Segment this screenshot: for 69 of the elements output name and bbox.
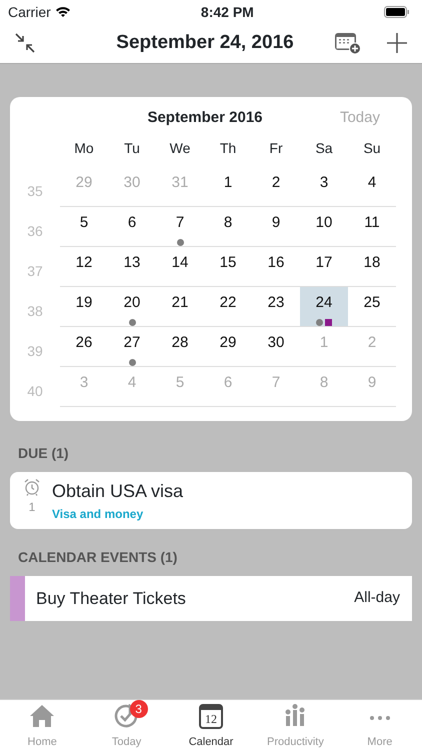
day-cell[interactable]: 7 (156, 207, 204, 247)
day-cell[interactable]: 30 (252, 327, 300, 367)
more-icon (370, 716, 390, 720)
day-cell[interactable]: 20 (108, 287, 156, 327)
day-cell[interactable]: 29 (204, 327, 252, 367)
alarm-clock-icon (23, 478, 41, 496)
plus-icon (386, 32, 408, 54)
event-time: All-day (354, 588, 401, 608)
collapse-button[interactable] (14, 32, 36, 56)
day-cell[interactable]: 6 (108, 207, 156, 247)
weekday-label: Sa (314, 139, 334, 158)
time-label: 8:42 PM (200, 2, 254, 22)
weekday-label: Th (218, 139, 238, 158)
day-cell[interactable]: 24 (300, 287, 348, 327)
tab-button[interactable]: 12 Calendar (168, 700, 254, 750)
day-cell[interactable]: 25 (348, 287, 396, 327)
battery-icon (384, 6, 410, 18)
day-cell[interactable]: 28 (156, 327, 204, 367)
section-heading: CALENDAR EVENTS (1) (17, 548, 178, 567)
day-cell[interactable]: 13 (108, 247, 156, 287)
weekday-label: Fr (268, 139, 284, 158)
day-cell[interactable]: 2 (252, 167, 300, 207)
tab-button[interactable]: 3 Today (84, 700, 169, 750)
add-button[interactable] (386, 32, 408, 56)
task-title: Obtain USA visa (52, 480, 184, 503)
section-heading: DUE (1) (17, 444, 70, 463)
calendar-add-icon (334, 31, 362, 56)
add-calendar-button[interactable] (334, 31, 362, 56)
event-row[interactable]: Buy Theater Tickets All-day (10, 576, 412, 621)
day-cell[interactable]: 22 (204, 287, 252, 327)
day-cell[interactable]: 1 (204, 167, 252, 207)
task-count: 1 (28, 499, 36, 516)
weekday-label: Mo (73, 139, 95, 158)
day-cell[interactable]: 12 (60, 247, 108, 287)
carrier-label: Carrier (8, 2, 51, 22)
notification-badge: 3 (130, 700, 148, 718)
day-cell[interactable]: 27 (108, 327, 156, 367)
calendar-icon: 12 (199, 704, 224, 729)
day-cell[interactable]: 26 (60, 327, 108, 367)
week-number: 38 (26, 302, 44, 321)
day-cell[interactable]: 16 (252, 247, 300, 287)
day-cell[interactable]: 19 (60, 287, 108, 327)
day-cell[interactable]: 5 (60, 207, 108, 247)
date-title: September 24, 2016 (115, 31, 295, 56)
day-cell[interactable]: 18 (348, 247, 396, 287)
day-cell[interactable]: 15 (204, 247, 252, 287)
day-cell[interactable]: 3 (300, 167, 348, 207)
week-number: 35 (26, 182, 44, 201)
weekday-label: We (168, 139, 192, 158)
wifi-icon (54, 6, 71, 18)
event-title: Buy Theater Tickets (35, 588, 187, 610)
week-number: 39 (26, 342, 44, 361)
task-list-label: Visa and money (52, 506, 144, 523)
week-number: 40 (26, 382, 44, 401)
week-number: 36 (26, 222, 44, 241)
home-icon (29, 704, 56, 728)
day-cell[interactable]: 4 (348, 167, 396, 207)
task-card[interactable]: 1 Obtain USA visa Visa and money (10, 472, 412, 529)
day-cell[interactable]: 10 (300, 207, 348, 247)
week-number: 37 (26, 262, 44, 281)
day-cell[interactable]: 11 (348, 207, 396, 247)
day-cell[interactable]: 21 (156, 287, 204, 327)
month-title: September 2016 (146, 108, 264, 128)
day-cell[interactable]: 9 (252, 207, 300, 247)
day-cell[interactable]: 14 (156, 247, 204, 287)
weekday-label: Tu (123, 139, 141, 158)
collapse-icon (14, 32, 36, 54)
weekday-label: Su (362, 139, 382, 158)
day-cell[interactable]: 8 (204, 207, 252, 247)
